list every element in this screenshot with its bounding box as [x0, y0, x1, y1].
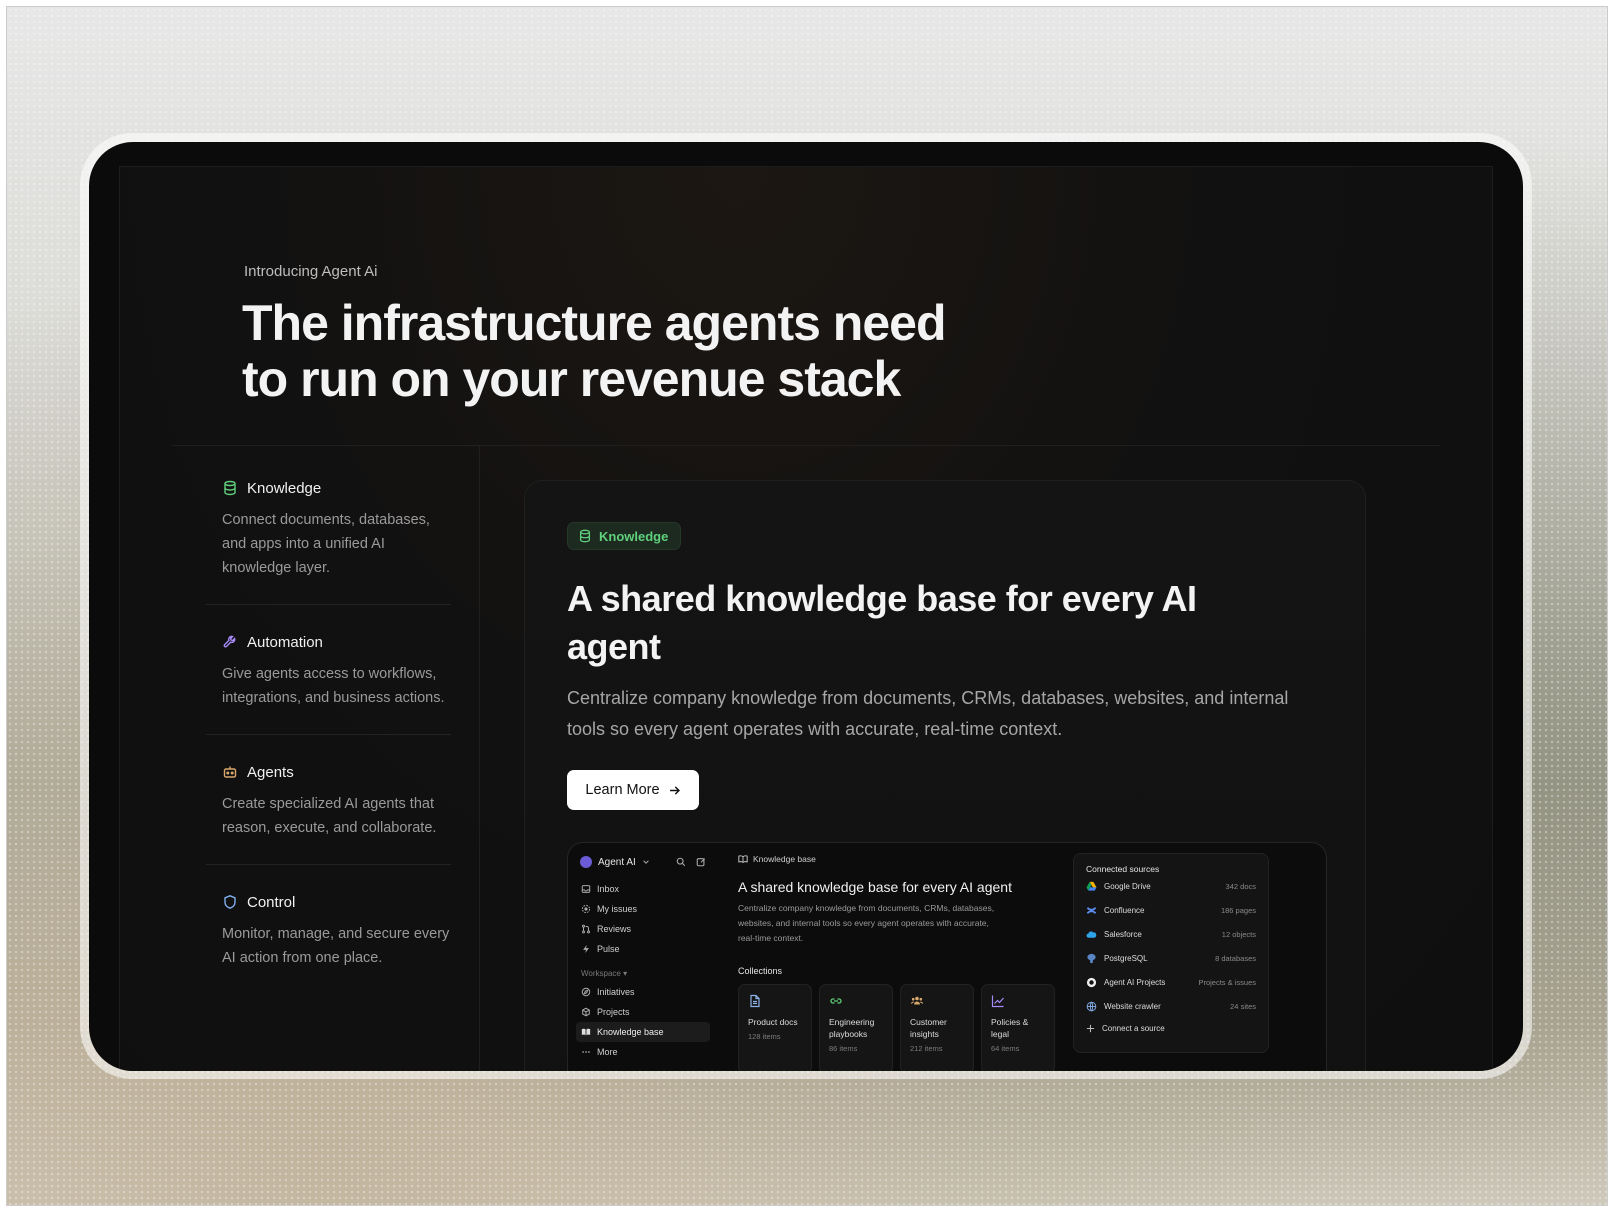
book-icon — [581, 1027, 591, 1037]
eyebrow: Introducing Agent Ai — [244, 263, 378, 280]
feature-title: Automation — [247, 633, 323, 651]
postgresql-icon — [1086, 953, 1097, 964]
collection-tile[interactable]: Product docs 128 items — [738, 984, 812, 1071]
search-icon[interactable] — [676, 857, 686, 867]
breadcrumb-label: Knowledge base — [753, 854, 816, 864]
collection-tile[interactable]: Engineering playbooks 86 items — [819, 984, 893, 1071]
feature-description: Monitor, manage, and secure every AI act… — [222, 926, 450, 966]
workspace-switcher[interactable]: Agent AI — [576, 853, 710, 871]
document-icon — [748, 994, 762, 1008]
app-heading: A shared knowledge base for every AI age… — [738, 879, 1012, 895]
book-open-icon — [738, 854, 748, 864]
feature-automation[interactable]: Automation Give agents access to workflo… — [206, 631, 451, 710]
feature-description: Give agents access to workflows, integra… — [222, 666, 445, 706]
nav-item-initiatives[interactable]: Initiatives — [576, 982, 710, 1002]
google-drive-icon — [1086, 881, 1097, 892]
source-row[interactable]: Agent AI Projects Projects & issues — [1086, 970, 1256, 994]
vertical-divider — [479, 445, 480, 1071]
learn-more-label: Learn More — [585, 782, 660, 798]
feature-title: Control — [247, 893, 296, 911]
database-icon — [578, 529, 592, 543]
card-title: A shared knowledge base for every AI age… — [567, 578, 1197, 667]
connect-source-button[interactable]: Connect a source — [1086, 1024, 1256, 1033]
compass-icon — [581, 987, 591, 997]
feature-list: Knowledge Connect documents, databases, … — [206, 477, 451, 970]
app-paragraph: Centralize company knowledge from docume… — [738, 903, 995, 943]
source-row[interactable]: Salesforce 12 objects — [1086, 922, 1256, 946]
plus-icon — [1086, 1024, 1095, 1033]
source-row[interactable]: PostgreSQL 8 databases — [1086, 946, 1256, 970]
page: Introducing Agent Ai The infrastructure … — [119, 166, 1493, 1071]
category-badge: Knowledge — [567, 522, 682, 550]
feature-agents[interactable]: Agents Create specialized AI agents that… — [206, 761, 451, 840]
feature-description: Connect documents, databases, and apps i… — [222, 512, 430, 576]
hero-title-line2: to run on your revenue stack — [242, 351, 901, 407]
robot-icon — [222, 764, 238, 780]
link-icon — [829, 994, 843, 1008]
database-icon — [222, 480, 238, 496]
salesforce-cloud-icon — [1086, 929, 1097, 940]
feature-card: Knowledge A shared knowledge base for ev… — [524, 480, 1366, 1071]
wrench-icon — [222, 634, 238, 650]
workspace-avatar — [580, 856, 592, 868]
app-sidebar: Agent AI Inbox My issues Reviews Pulse W… — [568, 843, 718, 1071]
feature-description: Create specialized AI agents that reason… — [222, 796, 437, 836]
feature-divider — [206, 864, 451, 865]
card-description: Centralize company knowledge from docume… — [567, 688, 1289, 739]
learn-more-button[interactable]: Learn More — [567, 770, 699, 810]
arrow-right-icon — [668, 784, 681, 797]
target-icon — [581, 904, 591, 914]
feature-control[interactable]: Control Monitor, manage, and secure ever… — [206, 891, 451, 970]
feature-title: Agents — [247, 763, 294, 781]
nav-item-more[interactable]: More — [576, 1042, 710, 1062]
collections-grid: Product docs 128 items Engineering playb… — [738, 984, 1068, 1071]
feature-divider — [206, 604, 451, 605]
collection-tile[interactable]: Customer insights 212 items — [900, 984, 974, 1071]
agent-ai-logo-icon — [1086, 977, 1097, 988]
pull-request-icon — [581, 924, 591, 934]
horizontal-divider — [172, 445, 1440, 446]
source-row[interactable]: Confluence 186 pages — [1086, 898, 1256, 922]
badge-label: Knowledge — [599, 528, 669, 544]
primary-nav: Inbox My issues Reviews Pulse Workspace … — [576, 879, 710, 1062]
hero-title-line1: The infrastructure agents need — [242, 295, 946, 351]
source-row[interactable]: Google Drive 342 docs — [1086, 874, 1256, 898]
connected-sources-panel: Connected sources Google Drive 342 docs … — [1073, 853, 1269, 1053]
chevron-down-icon — [642, 858, 650, 866]
confluence-icon — [1086, 905, 1097, 916]
sources-title: Connected sources — [1086, 864, 1160, 874]
source-row[interactable]: Website crawler 24 sites — [1086, 994, 1256, 1018]
globe-icon — [1086, 1001, 1097, 1012]
feature-divider — [206, 734, 451, 735]
breadcrumb: Knowledge base — [738, 854, 1068, 864]
app-preview: Agent AI Inbox My issues Reviews Pulse W… — [567, 842, 1327, 1071]
shield-icon — [222, 894, 238, 910]
inbox-icon — [581, 884, 591, 894]
hero-title: The infrastructure agents need to run on… — [242, 295, 1002, 407]
more-dots-icon — [581, 1047, 591, 1057]
workspace-section-label[interactable]: Workspace ▾ — [581, 969, 710, 978]
nav-item-reviews[interactable]: Reviews — [576, 919, 710, 939]
nav-item-inbox[interactable]: Inbox — [576, 879, 710, 899]
cube-icon — [581, 1007, 591, 1017]
users-icon — [910, 994, 924, 1008]
chart-line-icon — [991, 994, 1005, 1008]
nav-item-knowledge-base[interactable]: Knowledge base — [576, 1022, 710, 1042]
app-main: Knowledge base A shared knowledge base f… — [728, 843, 1078, 1071]
nav-item-my-issues[interactable]: My issues — [576, 899, 710, 919]
feature-knowledge[interactable]: Knowledge Connect documents, databases, … — [206, 477, 451, 580]
workspace-name: Agent AI — [598, 856, 636, 868]
collections-label: Collections — [738, 966, 783, 976]
lightning-icon — [581, 944, 591, 954]
nav-item-pulse[interactable]: Pulse — [576, 939, 710, 959]
collection-tile[interactable]: Policies & legal 64 items — [981, 984, 1055, 1071]
compose-icon[interactable] — [696, 857, 706, 867]
feature-title: Knowledge — [247, 479, 322, 497]
screen: Introducing Agent Ai The infrastructure … — [89, 142, 1523, 1071]
nav-item-projects[interactable]: Projects — [576, 1002, 710, 1022]
